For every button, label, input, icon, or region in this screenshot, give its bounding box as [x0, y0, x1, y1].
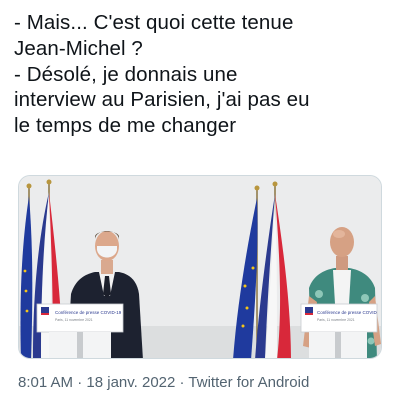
tweet-text-line-3: - Désolé, je donnais une [14, 62, 238, 86]
meta-separator: · [73, 374, 87, 391]
right-podium-sign: Conférence de presse COVID [317, 310, 378, 315]
tweet-source[interactable]: Twitter for Android [188, 374, 309, 391]
right-podium-date: Paris, 11 novembre 2021 [317, 318, 355, 322]
tweet-meta: 8:01 AM · 18 janv. 2022 · Twitter for An… [18, 374, 309, 391]
tweet-photo[interactable]: Conférence de presse COVID-19 Paris, 11 … [18, 175, 382, 359]
tweet-text-line-5: le temps de me changer [14, 114, 237, 138]
tweet-text-line-1: - Mais... C'est quoi cette tenue [14, 11, 294, 34]
right-podium: Conférence de presse COVID Paris, 11 nov… [300, 303, 378, 358]
meta-separator: · [175, 374, 189, 391]
left-podium: Conférence de presse COVID-19 Paris, 11 … [36, 303, 124, 358]
tweet-date[interactable]: 18 janv. 2022 [86, 374, 175, 391]
tweet-text: - Mais... C'est quoi cette tenue Jean-Mi… [14, 10, 394, 139]
tweet-text-line-2: Jean-Michel ? [14, 36, 143, 60]
tweet-time[interactable]: 8:01 AM [18, 374, 73, 391]
tweet-text-line-4: interview au Parisien, j'ai pas eu [14, 88, 310, 112]
press-conference-photo: Conférence de presse COVID-19 Paris, 11 … [19, 176, 381, 358]
left-podium-sign: Conférence de presse COVID-19 [55, 310, 122, 315]
left-podium-date: Paris, 11 novembre 2021 [55, 318, 93, 322]
